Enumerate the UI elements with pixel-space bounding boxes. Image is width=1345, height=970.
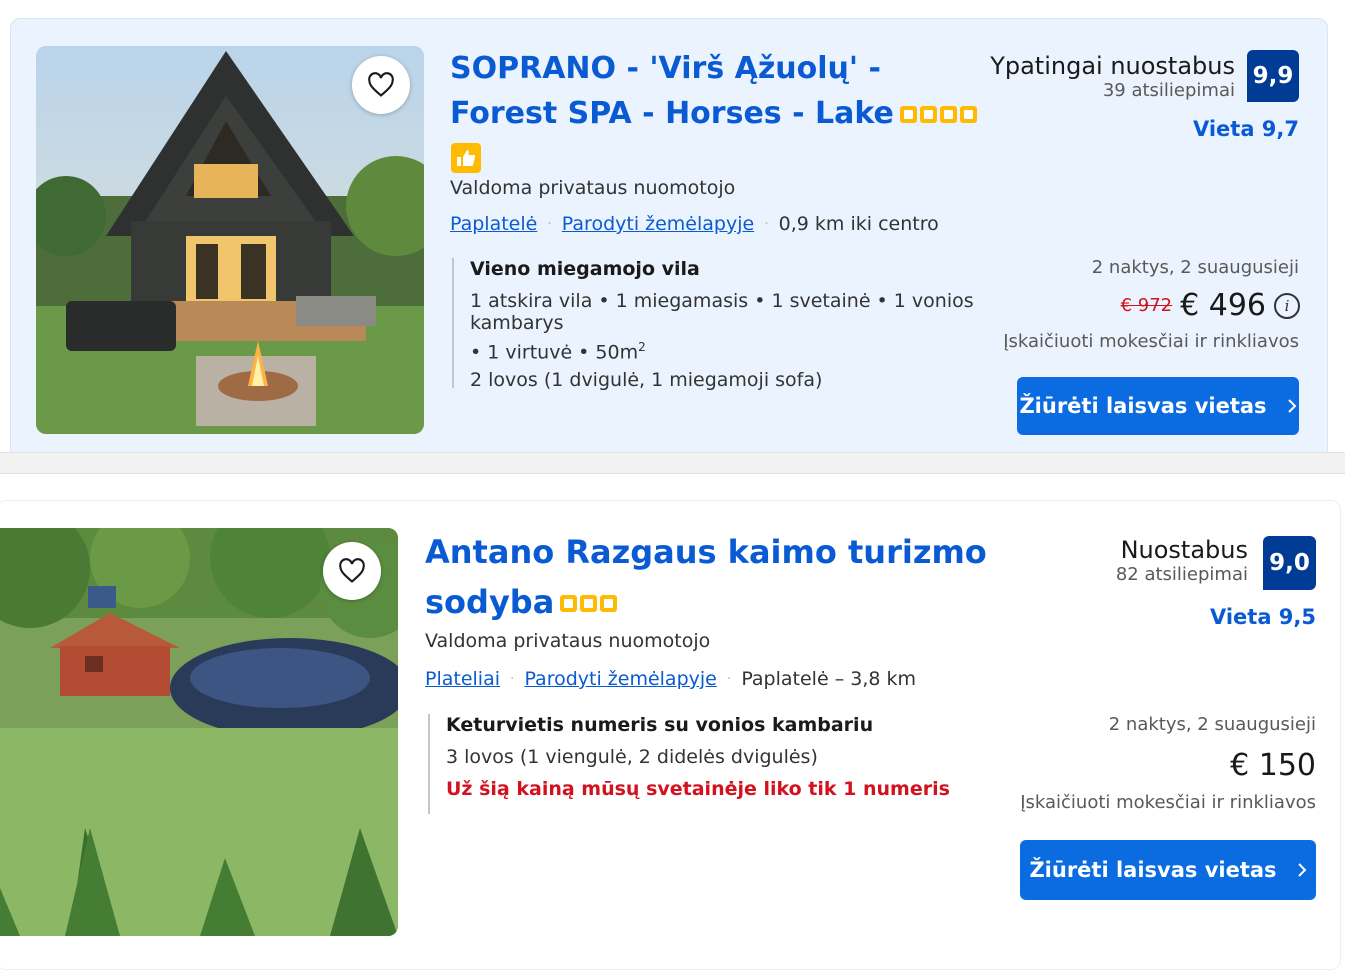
bed-details: 2 lovos (1 dvigulė, 1 miegamoji sofa): [470, 369, 823, 392]
save-favorite-button[interactable]: [323, 542, 381, 600]
chevron-right-icon: [1297, 863, 1306, 877]
chevron-right-icon: [1287, 399, 1296, 413]
property-title-line: Forest SPA - Horses - Lake: [450, 96, 894, 131]
location-links: Plateliai · Parodyti žemėlapyje · Paplat…: [425, 668, 916, 690]
review-count: 82 atsiliepimai: [1115, 564, 1248, 585]
see-availability-button[interactable]: Žiūrėti laisvas vietas: [1017, 377, 1299, 435]
star-icon: [899, 106, 917, 123]
star-icon: [580, 595, 598, 613]
current-price: € 150: [1230, 748, 1316, 783]
taxes-note: Įskaičiuoti mokesčiai ir rinkliavos: [1003, 331, 1299, 352]
info-icon[interactable]: i: [1274, 292, 1300, 319]
save-favorite-button[interactable]: [352, 56, 410, 114]
original-price: € 972: [1120, 295, 1173, 316]
location-score: Vieta 9,5: [1209, 605, 1316, 629]
location-score: Vieta 9,7: [1192, 117, 1299, 141]
location-links: Paplatelė · Parodyti žemėlapyje · 0,9 km…: [450, 213, 939, 235]
star-icon: [919, 106, 937, 123]
room-info: Keturvietis numeris su vonios kambariu 3…: [428, 714, 988, 814]
review-word: Nuostabus: [1120, 536, 1248, 564]
town-link[interactable]: Paplatelė: [450, 213, 537, 235]
review-summary[interactable]: Ypatingai nuostabus 39 atsiliepimai: [990, 52, 1235, 101]
room-info: Vieno miegamojo vila 1 atskira vila • 1 …: [452, 258, 1012, 392]
review-word: Ypatingai nuostabus: [990, 52, 1235, 80]
star-rating: [560, 595, 618, 613]
thumbs-up-icon[interactable]: [451, 143, 481, 173]
star-icon: [959, 106, 977, 123]
taxes-note: Įskaičiuoti mokesčiai ir rinkliavos: [1020, 792, 1316, 813]
review-count: 39 atsiliepimai: [1102, 80, 1235, 101]
review-score-badge[interactable]: 9,9: [1247, 50, 1299, 102]
show-on-map-link[interactable]: Parodyti žemėlapyje: [562, 213, 754, 235]
distance-text: Paplatelė – 3,8 km: [741, 668, 916, 690]
star-icon: [560, 595, 578, 613]
stay-details: 2 naktys, 2 suaugusieji: [1108, 714, 1316, 735]
star-icon: [939, 106, 957, 123]
room-name: Keturvietis numeris su vonios kambariu: [446, 714, 874, 736]
property-title-line: sodyba: [425, 582, 555, 621]
see-availability-button[interactable]: Žiūrėti laisvas vietas: [1020, 840, 1316, 900]
stay-details: 2 naktys, 2 suaugusieji: [1091, 257, 1299, 278]
current-price: € 496: [1180, 288, 1266, 323]
host-type: Valdoma privataus nuomotojo: [450, 177, 736, 199]
property-title[interactable]: Antano Razgaus kaimo turizmo sodyba: [425, 528, 987, 627]
heart-icon: [339, 558, 365, 583]
price-block: € 972 € 496 i: [1121, 288, 1300, 323]
distance-text: 0,9 km iki centro: [778, 213, 939, 235]
bed-details: 3 lovos (1 viengulė, 2 didelės dvigulės): [446, 746, 818, 768]
star-rating: [899, 106, 977, 123]
property-title[interactable]: SOPRANO - 'Virš Ąžuolų' - Forest SPA - H…: [450, 46, 977, 136]
room-details: 1 atskira vila • 1 miegamasis • 1 svetai…: [470, 290, 974, 334]
room-name: Vieno miegamojo vila: [470, 258, 700, 280]
review-score-badge[interactable]: 9,0: [1263, 536, 1316, 590]
host-type: Valdoma privataus nuomotojo: [425, 630, 711, 652]
star-icon: [600, 595, 618, 613]
town-link[interactable]: Plateliai: [425, 668, 500, 690]
review-summary[interactable]: Nuostabus 82 atsiliepimai: [1116, 536, 1248, 585]
list-separator: [0, 452, 1345, 474]
price-block: € 150: [1230, 748, 1316, 783]
property-title-line: SOPRANO - 'Virš Ąžuolų' -: [450, 51, 881, 86]
show-on-map-link[interactable]: Parodyti žemėlapyje: [524, 668, 716, 690]
room-details: • 1 virtuvė • 50m2: [470, 340, 646, 364]
property-title-line: Antano Razgaus kaimo turizmo: [425, 533, 987, 571]
scarcity-warning: Už šią kainą mūsų svetainėje liko tik 1 …: [446, 778, 950, 800]
heart-icon: [368, 72, 394, 97]
